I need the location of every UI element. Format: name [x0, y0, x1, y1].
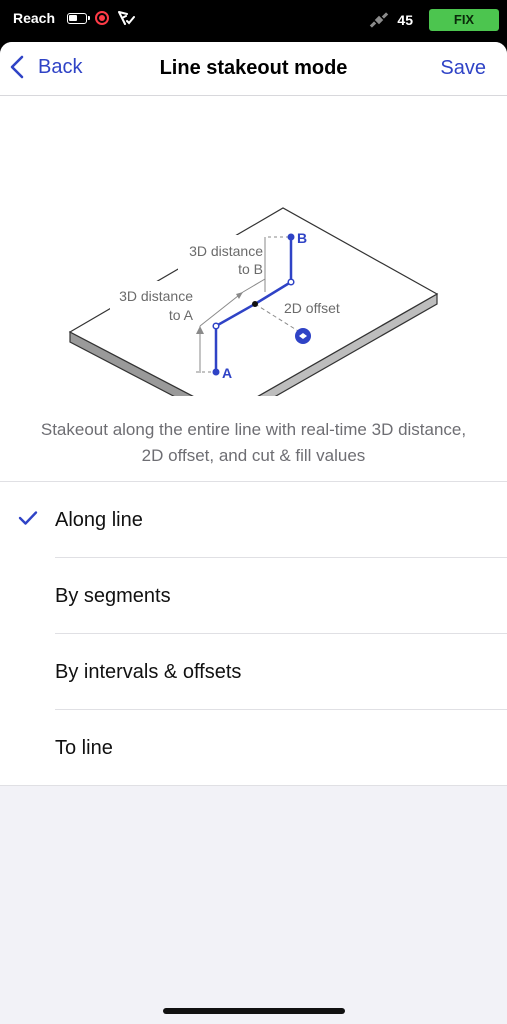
record-icon	[95, 11, 110, 25]
save-button[interactable]: Save	[440, 57, 486, 80]
satellite-count: 45	[397, 12, 413, 28]
vertex-2	[287, 278, 295, 286]
option-to-line[interactable]: To line	[0, 710, 507, 786]
label-2d-offset: 2D offset	[284, 300, 340, 316]
status-bar: Reach 45 FIX	[0, 0, 507, 42]
option-by-intervals-offsets[interactable]: By intervals & offsets	[0, 634, 507, 710]
label-3d-to-a-1: 3D distance	[119, 288, 193, 304]
mode-description: Stakeout along the entire line with real…	[0, 396, 507, 482]
home-indicator	[163, 1008, 345, 1014]
line-stakeout-diagram: 3D distance to B 3D distance to A 2D off…	[68, 207, 439, 396]
fix-status-badge: FIX	[429, 9, 499, 31]
label-point-b: B	[297, 230, 307, 246]
option-label: By intervals & offsets	[55, 660, 242, 683]
point-a-marker	[212, 368, 220, 376]
stakeout-illustration: 3D distance to B 3D distance to A 2D off…	[0, 96, 507, 396]
content: 3D distance to B 3D distance to A 2D off…	[0, 96, 507, 786]
antenna-icon	[118, 11, 136, 25]
device-name: Reach	[13, 10, 56, 26]
option-along-line[interactable]: Along line	[0, 482, 507, 558]
option-label: By segments	[55, 584, 171, 607]
projection-point	[252, 301, 258, 307]
page-title: Line stakeout mode	[159, 57, 348, 79]
status-left: Reach	[13, 10, 136, 26]
label-3d-to-b-1: 3D distance	[189, 243, 263, 259]
option-label: Along line	[55, 508, 143, 531]
checkmark-icon	[18, 511, 38, 525]
status-right: 45 FIX	[369, 9, 499, 31]
label-point-a: A	[222, 365, 232, 381]
option-by-segments[interactable]: By segments	[0, 558, 507, 634]
modal-sheet: Back Line stakeout mode Save 3D distance…	[0, 42, 507, 1024]
stakeout-mode-options: Along line By segments By intervals & of…	[0, 482, 507, 786]
option-label: To line	[55, 736, 113, 759]
label-3d-to-b-2: to B	[238, 261, 263, 277]
point-b-marker	[287, 233, 295, 241]
vertex-1	[212, 322, 220, 330]
label-3d-to-a-2: to A	[169, 307, 194, 323]
satellite-icon	[370, 12, 389, 28]
navigation-bar: Back Line stakeout mode Save	[0, 42, 507, 96]
battery-icon	[67, 12, 91, 24]
